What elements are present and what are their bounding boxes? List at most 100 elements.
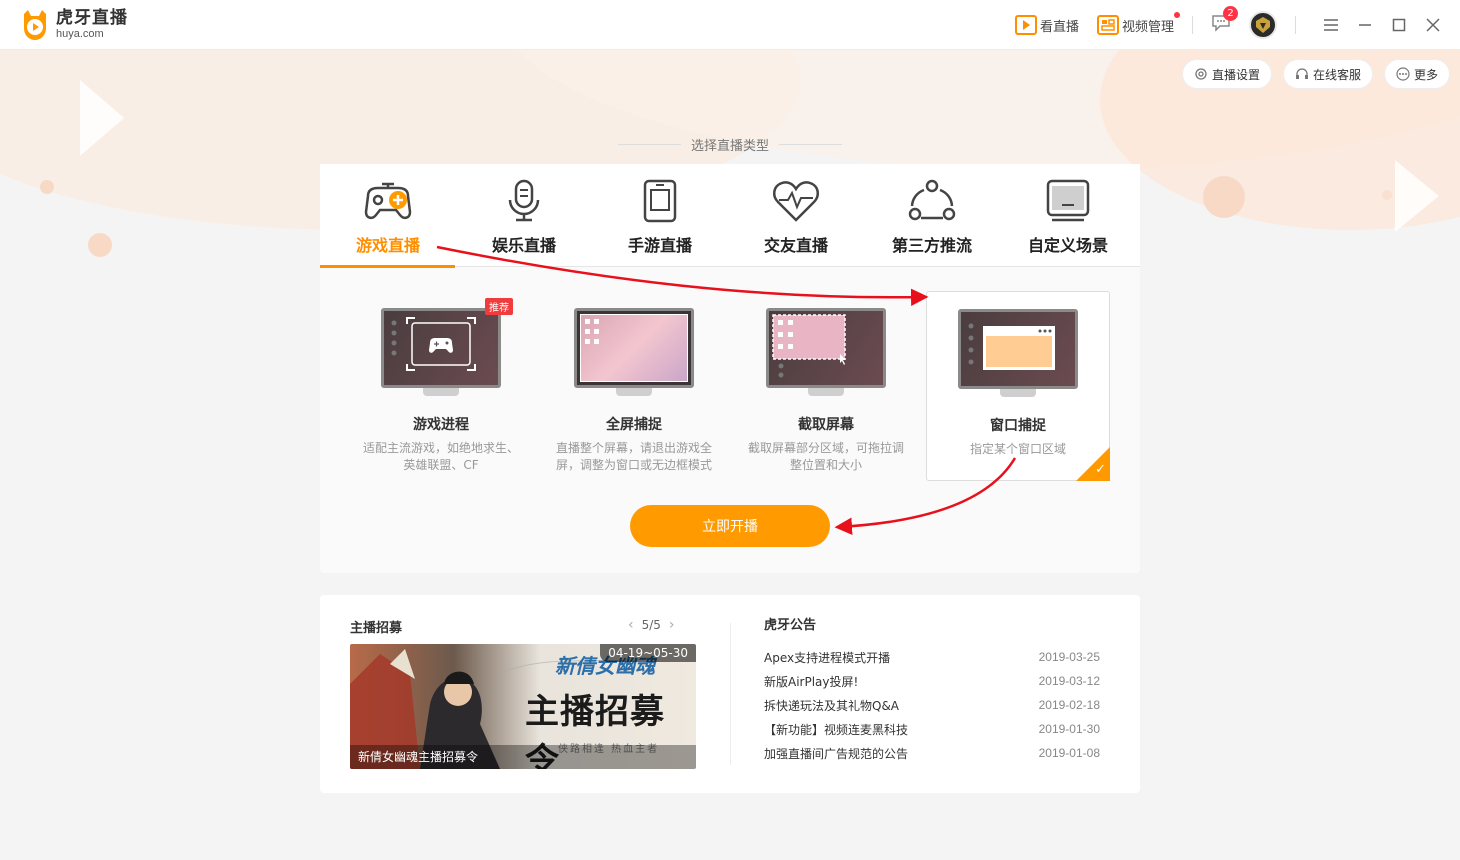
tab-label: 自定义场景: [1027, 236, 1108, 255]
hamburger-icon: [1324, 19, 1338, 31]
tab-label: 第三方推流: [891, 236, 972, 255]
live-type-tabs: 游戏直播 娱乐直播 手游直播 交友直播 第三方推流 自定义场景: [320, 164, 1140, 268]
sub-actions: 直播设置 在线客服 更多: [1171, 59, 1450, 89]
tab-social-live[interactable]: 交友直播: [728, 164, 864, 267]
recruit-banner[interactable]: 新倩女幽魂 主播招募令 侠路相逢 热血主者 04-19~05-30 新倩女幽魂主…: [350, 644, 696, 769]
banner-caption: 新倩女幽魂主播招募令: [350, 745, 696, 769]
notice-item[interactable]: Apex支持进程模式开播 2019-03-25: [764, 645, 1100, 669]
heartbeat-icon: [770, 176, 822, 226]
title-bar: 虎牙直播 huya.com 看直播 视频管理 2: [0, 0, 1460, 50]
menu-button[interactable]: [1314, 0, 1348, 50]
video-manage-label: 视频管理: [1121, 19, 1174, 35]
mode-crop-screen[interactable]: 截取屏幕 截取屏幕部分区域，可拖拉调整位置和大小: [734, 291, 918, 481]
notice-item[interactable]: 【新功能】视频连麦黑科技 2019-01-30: [764, 717, 1100, 741]
notice-text: 拆快递玩法及其礼物Q&A: [764, 698, 900, 713]
huya-logo-icon: [18, 8, 52, 42]
notice-list: Apex支持进程模式开播 2019-03-25 新版AirPlay投屏! 2019-…: [764, 645, 1100, 765]
fullscreen-monitor-icon: [574, 308, 694, 398]
close-icon: [1426, 18, 1440, 32]
message-count-badge: 2: [1223, 6, 1238, 21]
pager-text: 5/5: [641, 618, 661, 632]
tab-custom-scene[interactable]: 自定义场景: [1000, 164, 1136, 267]
watch-live-link[interactable]: 看直播: [1014, 15, 1079, 35]
close-button[interactable]: [1416, 0, 1450, 50]
logo-en-text: huya.com: [56, 28, 104, 40]
headset-icon: [1295, 68, 1308, 79]
capture-modes: 推荐 游戏进程 适配主流游戏，如绝地求生、英雄联盟、CF 全屏捕捉 直播整个屏幕…: [320, 291, 1140, 481]
message-button[interactable]: 2: [1211, 6, 1238, 36]
divider: [1295, 16, 1296, 34]
game-monitor-icon: 推荐: [381, 298, 513, 398]
user-avatar[interactable]: [1249, 11, 1277, 39]
live-settings-button[interactable]: 直播设置: [1181, 59, 1272, 89]
maximize-button[interactable]: [1382, 0, 1416, 50]
mode-window-capture[interactable]: 窗口捕捉 指定某个窗口区域 ✓: [926, 291, 1110, 481]
mode-title: 窗口捕捉: [990, 418, 1046, 434]
notice-date: 2019-03-25: [1038, 650, 1100, 664]
mode-desc: 截取屏幕部分区域，可拖拉调整位置和大小: [747, 441, 904, 472]
share-nodes-icon: [906, 176, 958, 226]
live-type-card: 游戏直播 娱乐直播 手游直播 交友直播 第三方推流 自定义场景 推荐 游戏进程 …: [320, 164, 1140, 573]
watch-live-label: 看直播: [1039, 19, 1079, 35]
check-icon: ✓: [1095, 462, 1106, 477]
more-label: 更多: [1413, 67, 1438, 82]
play-icon: [1014, 15, 1037, 35]
notice-text: Apex支持进程模式开播: [764, 650, 891, 665]
notice-item[interactable]: 新版AirPlay投屏! 2019-03-12: [764, 669, 1100, 693]
recruit-title: 主播招募: [350, 621, 403, 636]
recommend-badge: 推荐: [485, 298, 513, 315]
tab-label: 交友直播: [763, 236, 828, 255]
banner-date: 04-19~05-30: [600, 644, 696, 662]
tablet-icon: [634, 176, 686, 226]
notice-date: 2019-01-30: [1038, 722, 1100, 736]
start-live-button[interactable]: 立即开播: [630, 505, 830, 547]
choose-type-label: 选择直播类型: [691, 138, 770, 154]
video-manage-link[interactable]: 视频管理: [1096, 12, 1180, 35]
gamepad-icon: [362, 176, 414, 226]
online-service-button[interactable]: 在线客服: [1282, 59, 1373, 89]
notice-item[interactable]: 拆快递玩法及其礼物Q&A 2019-02-18: [764, 693, 1100, 717]
new-dot: [1174, 12, 1180, 18]
notice-item[interactable]: 加强直播间广告规范的公告 2019-01-08: [764, 741, 1100, 765]
notice-title: 虎牙公告: [764, 618, 817, 633]
mode-title: 截取屏幕: [798, 417, 854, 433]
next-arrow-icon[interactable]: ›: [661, 617, 683, 633]
divider: [1192, 16, 1193, 34]
live-settings-label: 直播设置: [1211, 67, 1260, 82]
divider: [730, 623, 731, 765]
mode-game-process[interactable]: 推荐 游戏进程 适配主流游戏，如绝地求生、英雄联盟、CF: [349, 291, 533, 481]
mode-title: 游戏进程: [413, 417, 469, 433]
video-manage-icon: [1096, 15, 1119, 35]
tab-label: 游戏直播: [355, 236, 420, 255]
more-button[interactable]: 更多: [1383, 59, 1450, 89]
notice-text: 新版AirPlay投屏!: [764, 674, 859, 689]
notice-date: 2019-03-12: [1038, 674, 1100, 688]
microphone-icon: [498, 176, 550, 226]
mode-full-screen[interactable]: 全屏捕捉 直播整个屏幕，请退出游戏全屏，调整为窗口或无边框模式: [542, 291, 726, 481]
notice-date: 2019-02-18: [1038, 698, 1100, 712]
mode-desc: 指定某个窗口区域: [969, 442, 1066, 456]
window-monitor-icon: [958, 309, 1078, 399]
monitor-icon: [1042, 176, 1094, 226]
prev-arrow-icon[interactable]: ‹: [620, 617, 642, 633]
minimize-button[interactable]: [1348, 0, 1382, 50]
tab-label: 手游直播: [627, 236, 692, 255]
notice-date: 2019-01-08: [1038, 746, 1100, 760]
mode-title: 全屏捕捉: [606, 417, 662, 433]
online-service-label: 在线客服: [1312, 67, 1361, 82]
crop-monitor-icon: [766, 308, 886, 398]
minimize-icon: [1359, 24, 1371, 26]
tab-entertainment-live[interactable]: 娱乐直播: [456, 164, 592, 267]
avatar-emblem-icon: [1256, 17, 1270, 33]
gear-icon: [1195, 68, 1207, 80]
tab-game-live[interactable]: 游戏直播: [320, 164, 456, 268]
tab-label: 娱乐直播: [491, 236, 556, 255]
info-card: 主播招募 ‹ 5/5 › 新倩女幽魂 主播招募令 侠路相逢 热血主者 04-19…: [320, 595, 1140, 793]
mode-desc: 直播整个屏幕，请退出游戏全屏，调整为窗口或无边框模式: [555, 441, 712, 472]
notice-text: 【新功能】视频连麦黑科技: [764, 722, 909, 737]
tab-mobile-game-live[interactable]: 手游直播: [592, 164, 728, 267]
app-logo[interactable]: 虎牙直播 huya.com: [18, 8, 128, 42]
tab-third-party-stream[interactable]: 第三方推流: [864, 164, 1000, 267]
choose-type-heading: 选择直播类型: [618, 134, 842, 154]
logo-cn-text: 虎牙直播: [56, 8, 128, 28]
